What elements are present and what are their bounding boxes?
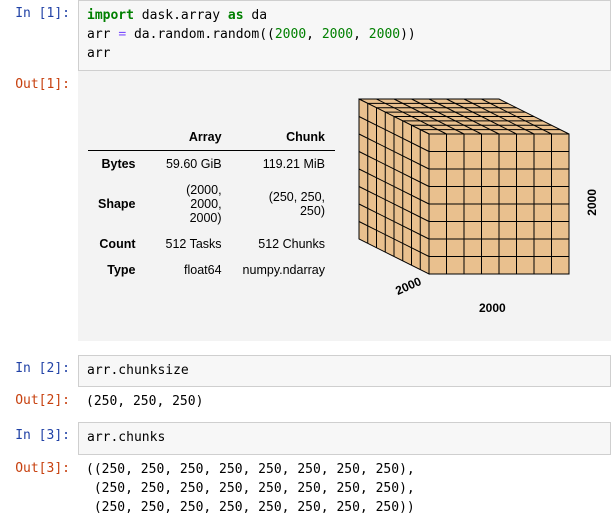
num: 2000 — [275, 27, 306, 42]
cell-count-array: 512 Tasks — [146, 231, 232, 257]
table-row: Count 512 Tasks 512 Chunks — [88, 231, 335, 257]
num: 2000 — [369, 27, 400, 42]
code-text: , — [353, 27, 369, 42]
cell-bytes-array: 59.60 GiB — [146, 151, 232, 178]
output-text-3: ((250, 250, 250, 250, 250, 250, 250, 250… — [78, 455, 611, 528]
code-text: arr — [87, 46, 110, 61]
dim-label-z: 2000 — [585, 189, 599, 216]
in-prompt-2: In [2]: — [0, 355, 78, 382]
row-label-type: Type — [88, 257, 146, 283]
row-label-count: Count — [88, 231, 146, 257]
cell-shape-chunk: (250, 250, 250) — [232, 177, 335, 231]
cell-in-3: In [3]: arr.chunks — [0, 422, 611, 455]
code-text: )) — [400, 27, 416, 42]
table-row: Shape (2000, 2000, 2000) (250, 250, 250) — [88, 177, 335, 231]
dask-repr-output: Array Chunk Bytes 59.60 GiB 119.21 MiB S… — [78, 71, 611, 341]
cell-type-chunk: numpy.ndarray — [232, 257, 335, 283]
code-input-3[interactable]: arr.chunks — [78, 422, 611, 455]
cell-out-3: Out[3]: ((250, 250, 250, 250, 250, 250, … — [0, 455, 611, 528]
code-text: da — [244, 8, 267, 23]
kw-import: import — [87, 8, 134, 23]
row-label-bytes: Bytes — [88, 151, 146, 178]
table-row: Type float64 numpy.ndarray — [88, 257, 335, 283]
in-prompt-1: In [1]: — [0, 0, 78, 27]
kw-as: as — [228, 8, 244, 23]
code-input-1[interactable]: import dask.array as da arr = da.random.… — [78, 0, 611, 71]
in-prompt-3: In [3]: — [0, 422, 78, 449]
cell-bytes-chunk: 119.21 MiB — [232, 151, 335, 178]
cell-shape-array: (2000, 2000, 2000) — [146, 177, 232, 231]
dask-repr-table: Array Chunk Bytes 59.60 GiB 119.21 MiB S… — [88, 124, 335, 283]
table-corner — [88, 124, 146, 151]
code-text: , — [306, 27, 322, 42]
col-chunk: Chunk — [232, 124, 335, 151]
code-text: dask.array — [134, 8, 228, 23]
cell-type-array: float64 — [146, 257, 232, 283]
out-prompt-1: Out[1]: — [0, 71, 78, 98]
cell-in-2: In [2]: arr.chunksize — [0, 355, 611, 388]
code-text: da.random.random(( — [126, 27, 275, 42]
table-row: Bytes 59.60 GiB 119.21 MiB — [88, 151, 335, 178]
dim-label-x: 2000 — [479, 301, 506, 315]
chunk-cube-diagram: 2000 2000 2000 — [349, 89, 601, 319]
cell-out-1: Out[1]: Array Chunk Bytes 59.60 GiB 119.… — [0, 71, 611, 341]
num: 2000 — [322, 27, 353, 42]
output-text-2: (250, 250, 250) — [78, 387, 611, 422]
row-label-shape: Shape — [88, 177, 146, 231]
cell-out-2: Out[2]: (250, 250, 250) — [0, 387, 611, 422]
code-input-2[interactable]: arr.chunksize — [78, 355, 611, 388]
op-eq: = — [118, 27, 126, 42]
code-text: arr — [87, 27, 118, 42]
cell-in-1: In [1]: import dask.array as da arr = da… — [0, 0, 611, 71]
col-array: Array — [146, 124, 232, 151]
cube-svg — [349, 89, 601, 319]
out-prompt-3: Out[3]: — [0, 455, 78, 482]
out-prompt-2: Out[2]: — [0, 387, 78, 414]
cell-count-chunk: 512 Chunks — [232, 231, 335, 257]
